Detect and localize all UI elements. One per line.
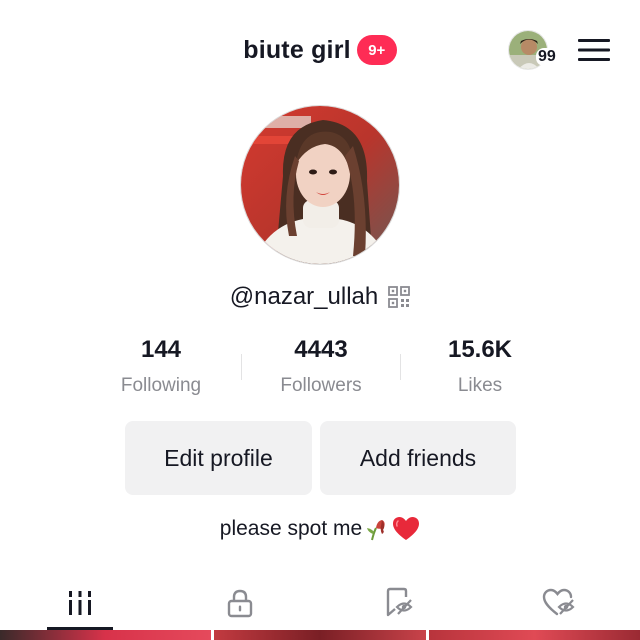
followers-label: Followers bbox=[280, 375, 362, 396]
red-heart-icon bbox=[392, 516, 420, 542]
likes-label: Likes bbox=[457, 375, 503, 396]
bio: please spot me bbox=[0, 513, 640, 545]
likes-count: 15.6K bbox=[447, 336, 513, 363]
edit-profile-button[interactable]: Edit profile bbox=[125, 421, 312, 495]
following-count: 144 bbox=[140, 336, 182, 363]
video-grid bbox=[0, 630, 640, 640]
profile-photo bbox=[241, 106, 399, 264]
video-thumbnail[interactable] bbox=[214, 630, 426, 640]
liked-hidden-icon bbox=[542, 588, 575, 615]
stat-likes[interactable]: 15.6K Likes bbox=[400, 334, 560, 406]
tab-private[interactable] bbox=[160, 575, 320, 630]
profile-avatar[interactable] bbox=[240, 105, 400, 265]
notification-badge: 9+ bbox=[356, 35, 397, 65]
username-row: @nazar_ullah bbox=[0, 280, 640, 314]
stat-following[interactable]: 144 Following bbox=[81, 334, 241, 406]
tab-favorites[interactable] bbox=[320, 575, 480, 630]
video-thumbnail[interactable] bbox=[0, 630, 212, 640]
mini-avatar-count: 99 bbox=[536, 48, 558, 66]
qr-code-icon[interactable] bbox=[388, 286, 411, 308]
content-tabs bbox=[0, 575, 640, 630]
bio-text: please spot me bbox=[219, 517, 363, 540]
tab-liked[interactable] bbox=[480, 575, 640, 630]
stats-divider bbox=[241, 354, 242, 380]
videos-grid-icon bbox=[69, 590, 91, 615]
tab-videos[interactable] bbox=[0, 575, 160, 630]
stats-row: 144 Following 4443 Followers 15.6K Likes bbox=[0, 334, 640, 404]
bookmark-hidden-icon bbox=[386, 587, 413, 616]
username: @nazar_ullah bbox=[229, 283, 379, 310]
stat-followers[interactable]: 4443 Followers bbox=[241, 334, 401, 406]
following-label: Following bbox=[120, 375, 202, 396]
hamburger-menu-icon[interactable] bbox=[578, 38, 610, 62]
profile-title[interactable]: biute girl bbox=[243, 36, 351, 65]
stats-divider bbox=[400, 354, 401, 380]
wilted-rose-icon bbox=[364, 516, 390, 542]
add-friends-button[interactable]: Add friends bbox=[320, 421, 516, 495]
video-thumbnail[interactable] bbox=[428, 630, 640, 640]
lock-icon bbox=[227, 589, 253, 617]
followers-count: 4443 bbox=[294, 336, 348, 363]
profile-header: biute girl 9+ 99 bbox=[0, 0, 640, 100]
